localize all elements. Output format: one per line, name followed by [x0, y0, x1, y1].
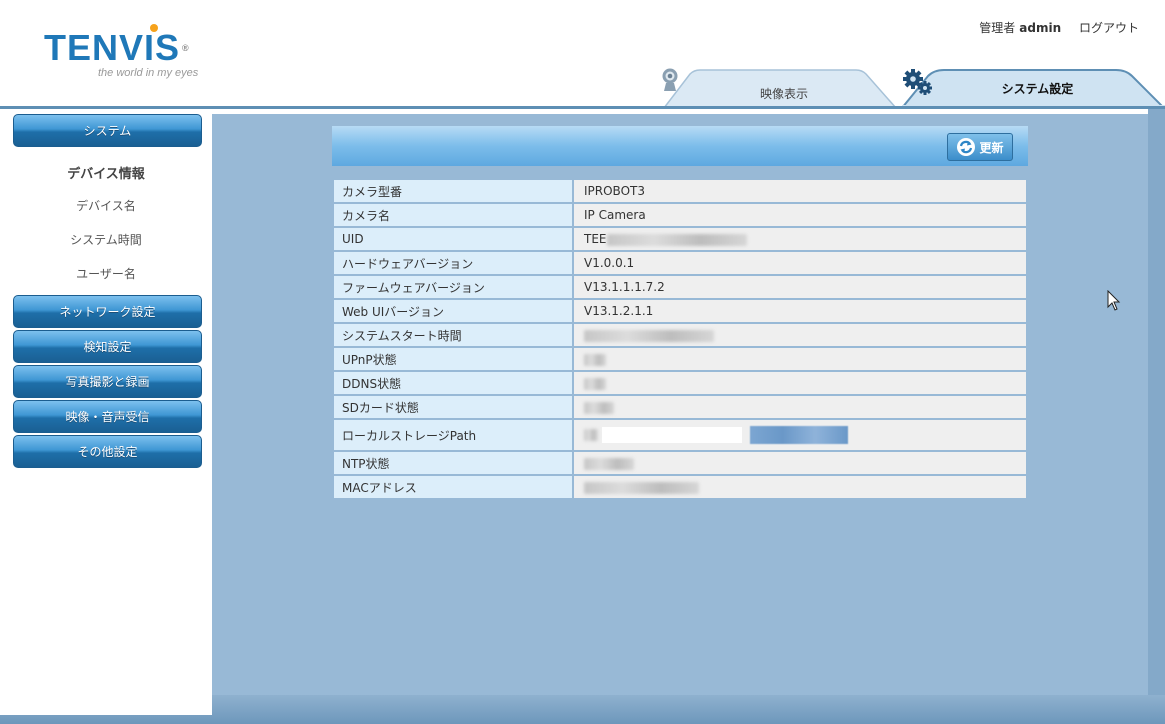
- row-value: V13.1.2.1.1: [572, 298, 1028, 324]
- row-value: [572, 322, 1028, 348]
- sidebar: システム デバイス情報 デバイス名 システム時間 ユーザー名 ネットワーク設定 …: [0, 109, 212, 724]
- row-value: V1.0.0.1: [572, 250, 1028, 276]
- sidebar-photo-record-button[interactable]: 写真撮影と録画: [13, 365, 202, 398]
- logout-link[interactable]: ログアウト: [1079, 21, 1139, 35]
- row-value: [572, 346, 1028, 372]
- redacted-block: [584, 329, 714, 342]
- redacted-block: [584, 429, 598, 441]
- tab-system-settings[interactable]: システム設定: [902, 68, 1165, 108]
- user-area: 管理者 admin ログアウト: [979, 19, 1139, 36]
- refresh-icon: [957, 138, 976, 156]
- logo-dot-icon: [150, 24, 158, 32]
- table-row: Web UIバージョン V13.1.2.1.1: [332, 298, 1028, 324]
- row-key: UPnP状態: [332, 346, 574, 372]
- sidebar-network-button[interactable]: ネットワーク設定: [13, 295, 202, 328]
- sidebar-bottom: [0, 695, 212, 715]
- row-key: ローカルストレージPath: [332, 418, 574, 452]
- table-row: カメラ名 IP Camera: [332, 202, 1028, 228]
- refresh-label: 更新: [979, 140, 1004, 155]
- table-row: DDNS状態: [332, 370, 1028, 396]
- sidebar-av-receive-label: 映像・音声受信: [65, 410, 150, 424]
- row-value: [572, 474, 1028, 500]
- redacted-block: [584, 353, 606, 366]
- row-value: [572, 394, 1028, 420]
- table-row: ローカルストレージPath: [332, 418, 1028, 452]
- gears-icon: [903, 69, 932, 95]
- redacted-block: [602, 427, 742, 443]
- user-role: 管理者: [979, 21, 1016, 35]
- frame-right: [1148, 109, 1165, 724]
- table-row: NTP状態: [332, 450, 1028, 476]
- row-key: Web UIバージョン: [332, 298, 574, 324]
- sidebar-item-device-name[interactable]: デバイス名: [0, 197, 212, 214]
- sidebar-item-system-time[interactable]: システム時間: [0, 231, 212, 248]
- row-key: SDカード状態: [332, 394, 574, 420]
- table-row: ハードウェアバージョン V1.0.0.1: [332, 250, 1028, 276]
- row-value: IP Camera: [572, 202, 1028, 228]
- user-name: admin: [1019, 21, 1062, 35]
- row-value: [572, 418, 1028, 452]
- row-key: DDNS状態: [332, 370, 574, 396]
- redacted-block: [584, 377, 606, 390]
- redacted-block: [584, 401, 614, 414]
- redacted-block: [750, 426, 848, 444]
- sidebar-system-button[interactable]: システム: [13, 114, 202, 147]
- row-value: V13.1.1.1.7.2: [572, 274, 1028, 300]
- row-key: システムスタート時間: [332, 322, 574, 348]
- tab-video-display[interactable]: 映像表示: [660, 68, 900, 108]
- sidebar-device-info-title[interactable]: デバイス情報: [0, 163, 212, 182]
- row-key: ハードウェアバージョン: [332, 250, 574, 276]
- redacted-block: [584, 481, 699, 494]
- sidebar-system-label: システム: [83, 124, 132, 138]
- table-row: SDカード状態: [332, 394, 1028, 420]
- row-value: [572, 370, 1028, 396]
- table-row: システムスタート時間: [332, 322, 1028, 348]
- table-row: UID TEE: [332, 226, 1028, 252]
- top-tabs: 映像表示 システム設定: [660, 68, 1165, 108]
- row-key: MACアドレス: [332, 474, 574, 500]
- sidebar-av-receive-button[interactable]: 映像・音声受信: [13, 400, 202, 433]
- sidebar-item-user-name[interactable]: ユーザー名: [0, 265, 212, 282]
- uid-value: TEE: [584, 232, 607, 246]
- row-key: カメラ名: [332, 202, 574, 228]
- tab-system-label: システム設定: [1001, 81, 1074, 96]
- row-key: UID: [332, 226, 574, 252]
- row-key: カメラ型番: [332, 178, 574, 204]
- tenvis-logo: TENVIS ® the world in my eyes: [44, 24, 199, 79]
- sidebar-other-settings-button[interactable]: その他設定: [13, 435, 202, 468]
- registered-icon: ®: [182, 43, 190, 53]
- webcam-icon: [662, 68, 678, 91]
- sidebar-detection-button[interactable]: 検知設定: [13, 330, 202, 363]
- tab-video-label: 映像表示: [759, 86, 808, 101]
- redacted-block: [584, 457, 634, 470]
- table-row: ファームウェアバージョン V13.1.1.1.7.2: [332, 274, 1028, 300]
- row-key: NTP状態: [332, 450, 574, 476]
- header: TENVIS ® the world in my eyes 管理者 admin ログ…: [0, 0, 1165, 108]
- mouse-cursor-icon: [1107, 290, 1121, 311]
- refresh-button[interactable]: 更新: [947, 133, 1013, 161]
- logo-text: TENVIS: [44, 27, 181, 68]
- sidebar-photo-record-label: 写真撮影と録画: [65, 375, 150, 389]
- logo-tagline: the world in my eyes: [98, 67, 199, 79]
- sidebar-network-label: ネットワーク設定: [59, 305, 156, 319]
- table-row: UPnP状態: [332, 346, 1028, 372]
- table-row: MACアドレス: [332, 474, 1028, 500]
- row-value: IPROBOT3: [572, 178, 1028, 204]
- sidebar-other-settings-label: その他設定: [77, 445, 138, 459]
- sidebar-detection-label: 検知設定: [83, 340, 132, 354]
- panel-toolbar: 更新: [332, 126, 1028, 166]
- redacted-block: [606, 233, 747, 246]
- row-value: TEE: [572, 226, 1028, 252]
- row-key: ファームウェアバージョン: [332, 274, 574, 300]
- table-row: カメラ型番 IPROBOT3: [332, 178, 1028, 204]
- row-value: [572, 450, 1028, 476]
- device-info-table: カメラ型番 IPROBOT3 カメラ名 IP Camera UID TEE ハー…: [332, 178, 1028, 500]
